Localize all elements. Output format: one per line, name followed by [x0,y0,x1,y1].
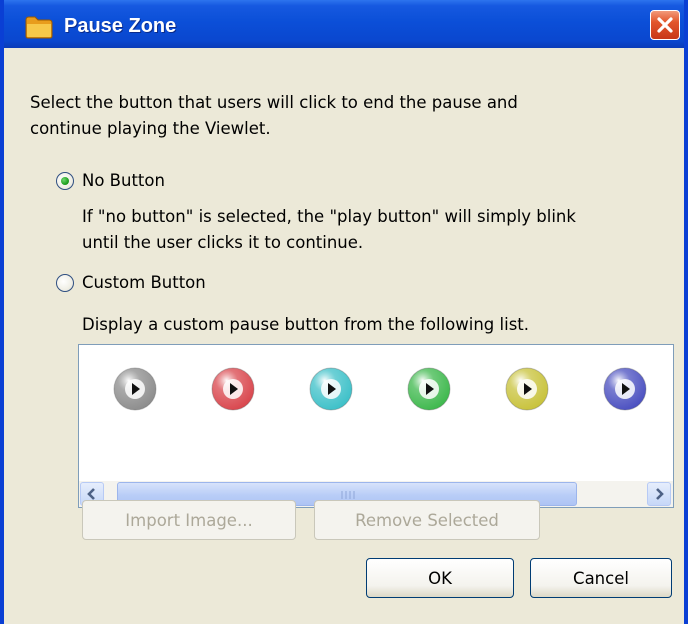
chevron-right-icon [656,488,664,500]
radio-no-button[interactable]: No Button [52,168,252,194]
grip-icon [341,491,355,499]
radio-custom-button[interactable]: Custom Button [52,270,272,296]
green-play-button-icon[interactable] [405,365,453,413]
gray-play-button-icon[interactable] [111,365,159,413]
radio-no-button-indicator[interactable] [56,172,74,190]
folder-icon [25,16,53,39]
cyan-play-button-icon[interactable] [307,365,355,413]
import-image-button[interactable]: Import Image... [82,500,296,540]
radio-custom-button-label: Custom Button [82,273,206,292]
no-button-description-line-2: until the user clicks it to continue. [82,233,364,252]
blue-play-button-icon[interactable] [601,365,649,413]
no-button-description-line-1: If "no button" is selected, the "play bu… [82,207,576,226]
title-bar[interactable]: Pause Zone [4,0,684,48]
pause-zone-dialog: Pause Zone Select the button that users … [0,0,688,624]
red-play-button-icon[interactable] [209,365,257,413]
remove-selected-button[interactable]: Remove Selected [314,500,540,540]
window-title: Pause Zone [64,15,177,37]
dialog-body: Select the button that users will click … [4,48,684,624]
yellow-play-button-icon[interactable] [503,365,551,413]
radio-no-button-label: No Button [82,171,165,190]
close-button[interactable] [650,10,680,40]
close-icon [657,17,673,33]
instruction-line-2: continue playing the Viewlet. [30,119,271,138]
radio-custom-button-indicator[interactable] [56,274,74,292]
ok-button[interactable]: OK [366,558,514,598]
scroll-right-button[interactable] [647,482,671,506]
custom-button-list[interactable] [78,344,674,508]
custom-button-description: Display a custom pause button from the f… [82,315,529,334]
radio-selected-dot [61,177,69,185]
instruction-line-1: Select the button that users will click … [30,93,518,112]
cancel-button[interactable]: Cancel [530,558,672,598]
